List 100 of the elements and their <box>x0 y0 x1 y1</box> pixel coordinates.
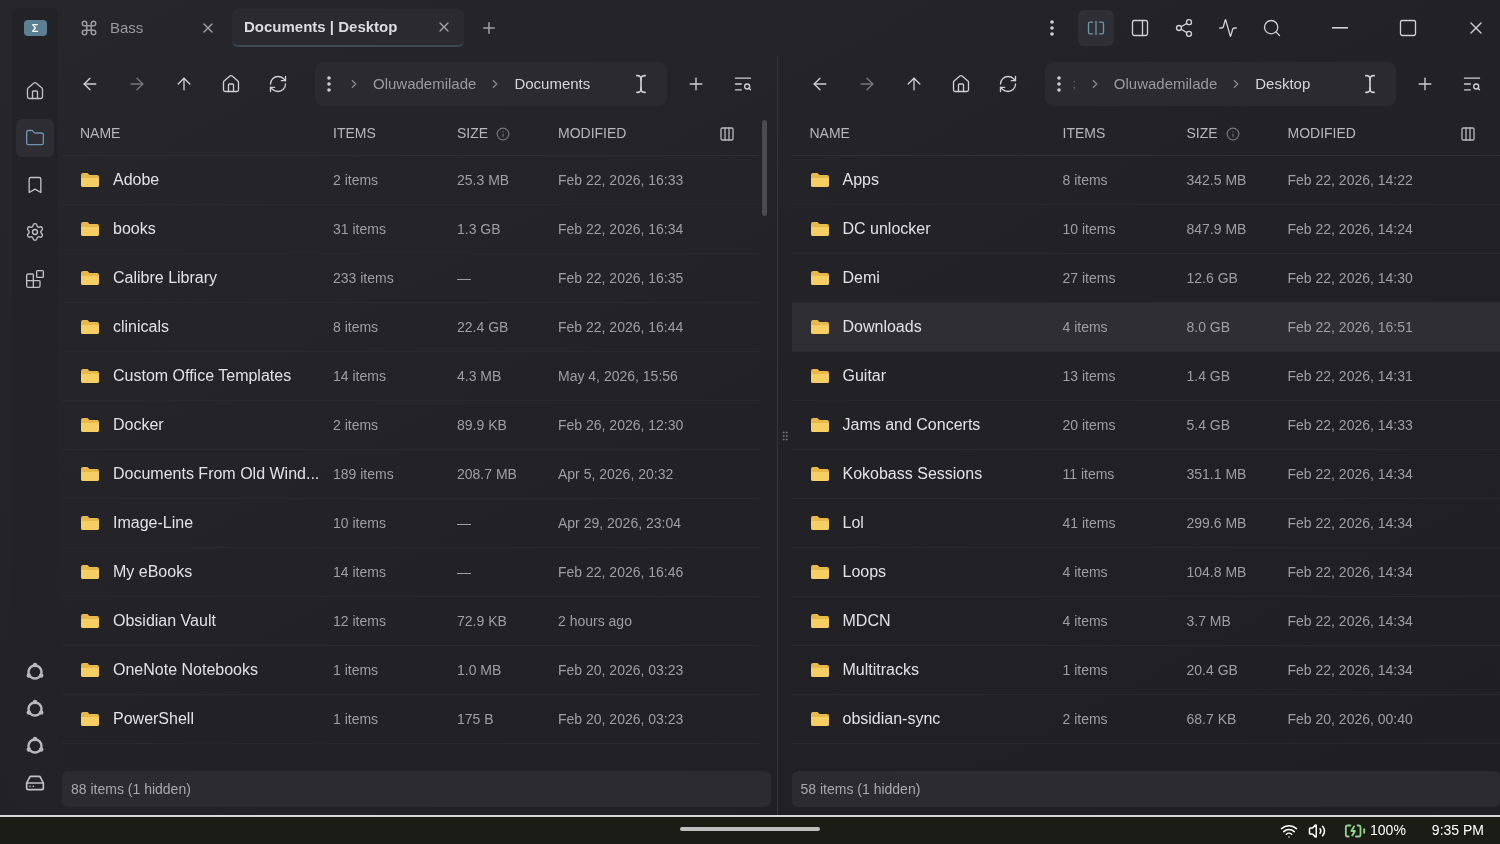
address-bar[interactable]: Oluwademilade Documents <box>315 62 667 106</box>
file-name: Calibre Library <box>113 268 218 288</box>
breadcrumb[interactable]: Desktop <box>1255 72 1311 96</box>
folder-icon <box>809 319 830 335</box>
info-icon[interactable] <box>496 126 511 141</box>
column-header[interactable]: SIZE <box>1186 123 1218 144</box>
folder-icon <box>80 613 100 629</box>
file-row[interactable]: Downloads 4 items 8.0 GB Feb 22, 2026, 16:51 <box>791 303 1500 352</box>
tab[interactable]: Bass <box>68 9 228 47</box>
file-row[interactable]: Lol 41 items 299.6 MB Feb 22, 2026, 14:34 <box>791 499 1500 548</box>
column-header[interactable]: ITEMS <box>333 123 376 144</box>
item-count: 2 items <box>1062 709 1109 729</box>
ring-icon[interactable] <box>25 699 45 719</box>
file-row[interactable]: Docker 2 items 89.9 KB Feb 26, 2026, 12:30 <box>62 401 759 450</box>
tab-label: Documents | Desktop <box>244 16 398 37</box>
folder-icon <box>80 319 100 335</box>
volume-icon[interactable] <box>1308 821 1327 840</box>
file-size: 8.0 GB <box>1186 317 1232 337</box>
file-size: 5.4 GB <box>1186 415 1232 435</box>
folder-icon <box>809 270 830 286</box>
columns-icon[interactable] <box>1460 125 1476 142</box>
file-row[interactable]: Calibre Library 233 items — Feb 22, 2026, 16:35 <box>62 254 759 303</box>
breadcrumb[interactable]: Oluwademilade <box>373 72 477 96</box>
more-icon[interactable] <box>327 76 331 92</box>
maximize-icon <box>1398 18 1418 38</box>
breadcrumb[interactable]: Documents <box>514 72 591 96</box>
column-header[interactable]: SIZE <box>457 123 489 144</box>
item-count: 14 items <box>333 366 387 386</box>
modified-date: Apr 29, 2026, 23:04 <box>558 513 682 533</box>
new-tab-icon[interactable] <box>480 19 498 37</box>
folder-icon <box>80 221 100 237</box>
file-row[interactable]: Guitar 13 items 1.4 GB Feb 22, 2026, 14:31 <box>791 352 1500 401</box>
tab[interactable]: Documents | Desktop <box>232 9 464 47</box>
item-count: 8 items <box>1062 170 1109 190</box>
file-row[interactable]: Image-Line 10 items — Apr 29, 2026, 23:04 <box>62 499 759 548</box>
file-name: PowerShell <box>113 709 194 729</box>
file-row[interactable]: books 31 items 1.3 GB Feb 22, 2026, 16:34 <box>62 205 759 254</box>
item-count: 1 items <box>333 660 380 680</box>
info-icon[interactable] <box>1225 126 1240 141</box>
file-name: Docker <box>113 415 164 435</box>
modified-date: Feb 22, 2026, 16:44 <box>558 317 685 337</box>
address-bar[interactable]: ; Oluwademilade Desktop <box>1044 62 1396 106</box>
file-row[interactable]: Obsidian Vault 12 items 72.9 KB 2 hours ago <box>62 597 759 646</box>
breadcrumb[interactable]: Oluwademilade <box>1113 72 1218 96</box>
modified-date: Feb 22, 2026, 14:30 <box>1287 268 1414 288</box>
scrollbar-thumb[interactable] <box>762 120 767 216</box>
column-header[interactable]: NAME <box>80 123 121 144</box>
column-header[interactable]: ITEMS <box>1062 123 1106 144</box>
home-icon <box>950 74 971 94</box>
app-logo: Σ <box>23 20 47 36</box>
file-row[interactable]: obsidian-sync 2 items 68.7 KB Feb 20, 2026, 00:40 <box>791 695 1500 744</box>
item-count: 13 items <box>1062 366 1117 386</box>
file-size: 1.3 GB <box>457 219 502 239</box>
file-size: 847.9 MB <box>1186 219 1248 239</box>
item-count: 41 items <box>1062 513 1117 533</box>
command-icon <box>80 19 98 37</box>
modified-date: Feb 22, 2026, 14:34 <box>1287 513 1414 533</box>
item-count: 4 items <box>1062 562 1109 582</box>
item-count: 8 items <box>333 317 380 337</box>
more-icon[interactable] <box>1056 76 1061 92</box>
file-row[interactable]: Custom Office Templates 14 items 4.3 MB May 4, 2026, 15:56 <box>62 352 759 401</box>
modified-date: Apr 5, 2026, 20:32 <box>558 464 675 484</box>
columns-icon[interactable] <box>718 125 735 142</box>
file-row[interactable]: Kokobass Sessions 11 items 351.1 MB Feb 22, 2026, 14:34 <box>791 450 1500 499</box>
status-bar: 58 items (1 hidden) <box>791 771 1500 807</box>
home-icon <box>25 81 45 101</box>
drive-icon[interactable] <box>25 773 45 793</box>
folder-nav[interactable] <box>16 119 54 157</box>
column-header[interactable]: MODIFIED <box>558 123 627 144</box>
file-row[interactable]: MDCN 4 items 3.7 MB Feb 22, 2026, 14:34 <box>791 597 1500 646</box>
file-row[interactable]: Apps 8 items 342.5 MB Feb 22, 2026, 14:22 <box>791 156 1500 205</box>
file-size: 3.7 MB <box>1186 611 1232 631</box>
file-row[interactable]: clinicals 8 items 22.4 GB Feb 22, 2026, 16:44 <box>62 303 759 352</box>
file-name: My eBooks <box>113 562 193 582</box>
folder-icon <box>80 270 100 286</box>
folder-icon <box>809 564 830 580</box>
status-bar: 88 items (1 hidden) <box>62 771 771 807</box>
file-row[interactable]: Documents From Old Wind... 189 items 208.7 MB Apr 5, 2026, 20:32 <box>62 450 759 499</box>
clock[interactable]: 9:35 PM <box>1431 820 1484 841</box>
file-name: Loops <box>842 562 887 582</box>
file-row[interactable]: Jams and Concerts 20 items 5.4 GB Feb 22, 2026, 14:33 <box>791 401 1500 450</box>
folder-icon <box>809 172 830 188</box>
file-row[interactable]: Loops 4 items 104.8 MB Feb 22, 2026, 14:34 <box>791 548 1500 597</box>
file-row[interactable]: Multitracks 1 items 20.4 GB Feb 22, 2026, 14:34 <box>791 646 1500 695</box>
column-header[interactable]: NAME <box>809 123 850 144</box>
modified-date: Feb 20, 2026, 03:23 <box>558 660 685 680</box>
ring-icon[interactable] <box>25 736 45 756</box>
file-name: Documents From Old Wind... <box>113 464 320 484</box>
column-header[interactable]: MODIFIED <box>1287 123 1356 144</box>
file-row[interactable]: PowerShell 1 items 175 B Feb 20, 2026, 03:23 <box>62 695 759 744</box>
file-row[interactable]: My eBooks 14 items — Feb 22, 2026, 16:46 <box>62 548 759 597</box>
minimize-icon <box>1332 27 1348 29</box>
split-view-button[interactable] <box>1078 10 1114 46</box>
ring-icon[interactable] <box>25 662 45 682</box>
item-count: 233 items <box>333 268 395 288</box>
file-row[interactable]: DC unlocker 10 items 847.9 MB Feb 22, 2026, 14:24 <box>791 205 1500 254</box>
file-row[interactable]: OneNote Notebooks 1 items 1.0 MB Feb 20, 2026, 03:23 <box>62 646 759 695</box>
file-row[interactable]: Adobe 2 items 25.3 MB Feb 22, 2026, 16:33 <box>62 156 759 205</box>
modified-date: Feb 22, 2026, 16:34 <box>558 219 685 239</box>
modified-date: Feb 22, 2026, 16:51 <box>1287 317 1414 337</box>
